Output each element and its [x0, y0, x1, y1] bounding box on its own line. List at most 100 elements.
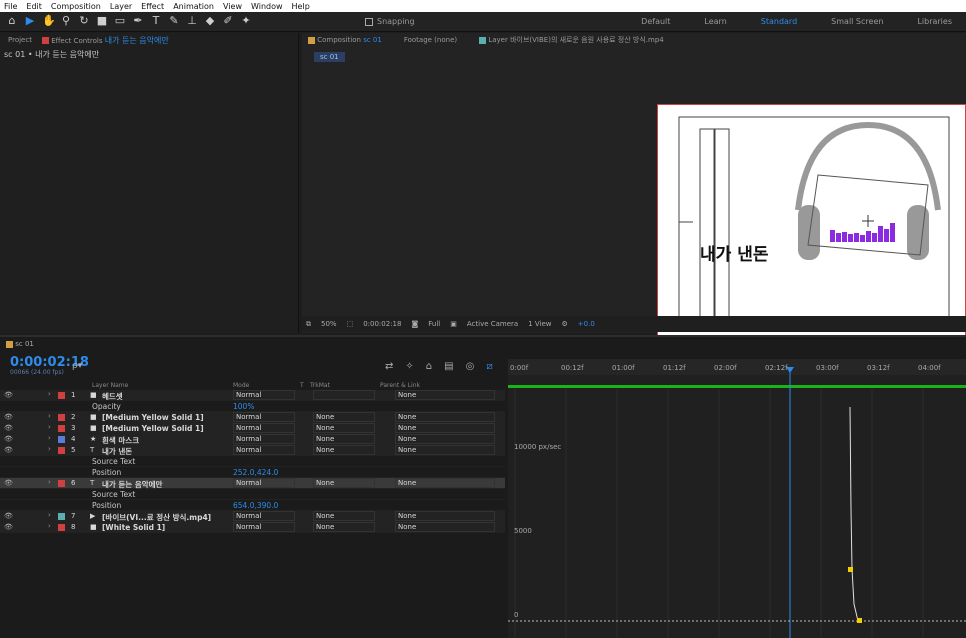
snapshot-icon[interactable]: ◙: [411, 320, 418, 328]
eraser-tool-icon[interactable]: ◆: [204, 15, 216, 27]
selection-tool-icon[interactable]: ▶: [24, 15, 36, 27]
workspace-learn[interactable]: Learn: [704, 17, 726, 26]
pen-tool-icon[interactable]: ✒: [132, 15, 144, 27]
track-matte-select[interactable]: None: [313, 423, 375, 433]
visibility-eye-icon[interactable]: 👁: [4, 446, 13, 454]
property-row[interactable]: Position 252.0,424.0: [0, 467, 505, 478]
twirl-chevron-icon[interactable]: ›: [48, 434, 51, 442]
parent-select[interactable]: None: [395, 434, 495, 444]
visibility-eye-icon[interactable]: 👁: [4, 435, 13, 443]
layer-row[interactable]: 👁 › 3 ■ [Medium Yellow Solid 1] Normal None Non…: [0, 423, 505, 434]
workspace-libraries[interactable]: Libraries: [917, 17, 952, 26]
twirl-chevron-icon[interactable]: ›: [48, 478, 51, 486]
tab-project[interactable]: Project: [8, 36, 32, 44]
blend-mode-select[interactable]: Normal: [233, 445, 295, 455]
roto-tool-icon[interactable]: ✐: [222, 15, 234, 27]
hand-tool-icon[interactable]: ✋: [42, 15, 56, 27]
brush-tool-icon[interactable]: ✎: [168, 15, 180, 27]
zoom-tool-icon[interactable]: ⚲: [60, 15, 72, 27]
blend-mode-select[interactable]: Normal: [233, 511, 295, 521]
transparency-grid-icon[interactable]: ▣: [450, 320, 457, 328]
track-matte-select[interactable]: None: [313, 412, 375, 422]
timeline-tab[interactable]: sc 01: [6, 340, 34, 348]
visibility-eye-icon[interactable]: 👁: [4, 413, 13, 421]
property-name[interactable]: Source Text: [92, 490, 135, 499]
label-color-swatch[interactable]: [58, 524, 65, 531]
resolution-select[interactable]: Full: [428, 320, 440, 328]
col-parent[interactable]: Parent & Link: [380, 382, 420, 389]
visibility-eye-icon[interactable]: 👁: [4, 512, 13, 520]
stamp-tool-icon[interactable]: ⊥: [186, 15, 198, 27]
twirl-chevron-icon[interactable]: ›: [48, 423, 51, 431]
label-color-swatch[interactable]: [58, 436, 65, 443]
visibility-eye-icon[interactable]: 👁: [4, 523, 13, 531]
twirl-chevron-icon[interactable]: ›: [48, 390, 51, 398]
tab-layer[interactable]: Layer 바이브(VIBE)의 새로운 음원 사용료 정산 방식.mp4: [479, 35, 664, 45]
property-row[interactable]: Source Text: [0, 489, 505, 500]
magnification-select[interactable]: 50%: [321, 320, 337, 328]
blend-mode-select[interactable]: Normal: [233, 412, 295, 422]
workspace-default[interactable]: Default: [641, 17, 670, 26]
home-icon[interactable]: ⌂: [6, 15, 18, 27]
draft-3d-icon[interactable]: ✧: [405, 361, 413, 372]
layer-row[interactable]: 👁 › 5 T 내가 낸돈 Normal None None: [0, 445, 505, 456]
menu-layer[interactable]: Layer: [110, 2, 132, 11]
property-value[interactable]: 252.0,424.0: [233, 468, 278, 477]
menu-view[interactable]: View: [223, 2, 242, 11]
twirl-chevron-icon[interactable]: ›: [48, 522, 51, 530]
layer-row[interactable]: 👁 › 2 ■ [Medium Yellow Solid 1] Normal None Non…: [0, 412, 505, 423]
label-color-swatch[interactable]: [58, 392, 65, 399]
property-name[interactable]: Opacity: [92, 402, 121, 411]
parent-select[interactable]: None: [395, 412, 495, 422]
layer-name[interactable]: [White Solid 1]: [102, 523, 165, 532]
layer-row[interactable]: 👁 › 6 T 내가 듣는 음악에만 Normal None None: [0, 478, 505, 489]
col-mode[interactable]: Mode: [233, 382, 249, 389]
col-trkmat[interactable]: TrkMat: [310, 382, 330, 389]
track-matte-select[interactable]: None: [313, 511, 375, 521]
parent-select[interactable]: None: [395, 478, 495, 488]
camera-select[interactable]: Active Camera: [467, 320, 518, 328]
blend-mode-select[interactable]: Normal: [233, 522, 295, 532]
blend-mode-select[interactable]: Normal: [233, 390, 295, 400]
views-select[interactable]: 1 View: [528, 320, 551, 328]
composition-viewer[interactable]: 내가 낸돈: [302, 65, 966, 344]
comp-canvas-text[interactable]: 내가 낸돈: [700, 240, 768, 265]
property-value[interactable]: 654.0,390.0: [233, 501, 278, 510]
viewer-timecode[interactable]: 0:00:02:18: [363, 320, 401, 328]
menu-file[interactable]: File: [4, 2, 17, 11]
camera-tool-icon[interactable]: ■: [96, 15, 108, 27]
grid-guides-icon[interactable]: ⧉: [306, 320, 311, 329]
menu-composition[interactable]: Composition: [51, 2, 101, 11]
layer-name[interactable]: [Medium Yellow Solid 1]: [102, 413, 204, 422]
label-color-swatch[interactable]: [58, 513, 65, 520]
property-row[interactable]: Position 654.0,390.0: [0, 500, 505, 511]
label-color-swatch[interactable]: [58, 447, 65, 454]
frame-blending-icon[interactable]: ▤: [444, 361, 453, 372]
parent-select[interactable]: None: [395, 423, 495, 433]
graph-editor[interactable]: 0:00f 00:12f 01:00f 01:12f 02:00f 02:12f 03:00…: [508, 359, 966, 638]
blend-mode-select[interactable]: Normal: [233, 423, 295, 433]
composition-frame[interactable]: [657, 104, 966, 344]
snapping-checkbox[interactable]: [365, 17, 373, 26]
layer-search-input[interactable]: ρ▾: [72, 361, 82, 371]
workspace-standard[interactable]: Standard: [761, 17, 797, 26]
type-tool-icon[interactable]: T: [150, 15, 162, 27]
puppet-tool-icon[interactable]: ✦: [240, 15, 252, 27]
parent-select[interactable]: None: [395, 522, 495, 532]
track-matte-select[interactable]: None: [313, 522, 375, 532]
menu-animation[interactable]: Animation: [173, 2, 214, 11]
workspace-small-screen[interactable]: Small Screen: [831, 17, 883, 26]
menu-edit[interactable]: Edit: [26, 2, 42, 11]
track-matte-select[interactable]: None: [313, 445, 375, 455]
tab-footage[interactable]: Footage (none): [404, 36, 457, 44]
menu-window[interactable]: Window: [251, 2, 283, 11]
twirl-chevron-icon[interactable]: ›: [48, 412, 51, 420]
blend-mode-select[interactable]: Normal: [233, 478, 295, 488]
comp-breadcrumb-chip[interactable]: sc 01: [314, 52, 345, 62]
twirl-chevron-icon[interactable]: ›: [48, 445, 51, 453]
track-matte-select[interactable]: [313, 390, 375, 400]
property-value[interactable]: 100%: [233, 402, 254, 411]
property-row[interactable]: Opacity 100%: [0, 401, 505, 412]
col-layer-name[interactable]: Layer Name: [92, 382, 128, 389]
fast-previews-icon[interactable]: ⚙: [562, 320, 568, 328]
